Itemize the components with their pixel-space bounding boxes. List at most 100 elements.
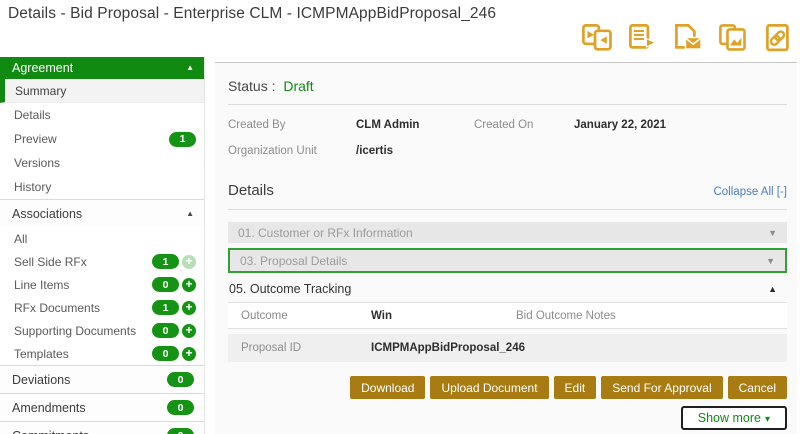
add-icon: +	[182, 255, 196, 269]
add-icon[interactable]: +	[182, 301, 196, 315]
sidebar: Agreement ▲ Summary Details Preview 1 Ve…	[0, 57, 205, 434]
show-more-row: Show more ▾	[228, 406, 787, 430]
sidebar-item-line-items[interactable]: Line Items 0 +	[0, 273, 204, 296]
add-icon[interactable]: +	[182, 278, 196, 292]
status-row: Status : Draft	[228, 78, 787, 94]
sidebar-item-label: Sell Side RFx	[14, 255, 87, 269]
outcome-label: Outcome	[241, 310, 371, 322]
document-link-icon[interactable]	[761, 24, 793, 51]
accordion-group: 01. Customer or RFx Information ▼ 03. Pr…	[228, 222, 787, 362]
created-on-value: January 22, 2021	[574, 119, 787, 131]
proposal-id-row: Proposal ID ICMPMAppBidProposal_246	[228, 334, 787, 362]
cancel-button[interactable]: Cancel	[728, 376, 787, 399]
chevron-down-icon: ▼	[768, 228, 777, 238]
organization-unit-value: /icertis	[356, 145, 787, 157]
sidebar-item-label: RFx Documents	[14, 301, 100, 315]
sidebar-item-supporting-documents[interactable]: Supporting Documents 0 +	[0, 319, 204, 342]
sidebar-item-all[interactable]: All	[0, 227, 204, 250]
proposal-id-value: ICMPMAppBidProposal_246	[371, 342, 777, 354]
main-panel: Status : Draft Created By CLM Admin Crea…	[215, 62, 797, 434]
count-badge: 0	[167, 428, 194, 434]
divider	[228, 104, 787, 105]
count-badge: 0	[167, 372, 194, 387]
details-title: Details	[228, 182, 274, 199]
proposal-id-label: Proposal ID	[241, 342, 371, 354]
sidebar-item-label: Templates	[14, 347, 69, 361]
count-badge: 0	[167, 400, 194, 415]
status-label: Status :	[228, 78, 275, 94]
sidebar-section-commitments[interactable]: Commitments 0	[0, 421, 204, 434]
sidebar-item-label: All	[14, 232, 27, 246]
merge-documents-icon[interactable]	[581, 24, 613, 51]
created-on-label: Created On	[474, 119, 574, 131]
sidebar-item-label: Details	[14, 108, 51, 122]
page-title: Details - Bid Proposal - Enterprise CLM …	[8, 5, 496, 23]
accordion-label: 05. Outcome Tracking	[229, 282, 351, 296]
sidebar-section-label: Associations	[12, 207, 82, 221]
sidebar-item-templates[interactable]: Templates 0 +	[0, 342, 204, 365]
sidebar-section-amendments[interactable]: Amendments 0	[0, 393, 204, 421]
chevron-down-icon: ▼	[766, 256, 775, 266]
download-button[interactable]: Download	[350, 376, 425, 399]
sidebar-item-label: History	[14, 180, 51, 194]
chevron-up-icon: ▲	[186, 210, 194, 218]
created-by-value: CLM Admin	[356, 119, 474, 131]
send-for-approval-button[interactable]: Send For Approval	[601, 376, 722, 399]
count-badge: 0	[152, 277, 179, 292]
show-more-label: Show more	[698, 411, 761, 425]
bid-outcome-notes-label: Bid Outcome Notes	[516, 310, 777, 322]
count-badge: 0	[152, 323, 179, 338]
accordion-label: 01. Customer or RFx Information	[238, 226, 413, 240]
chevron-up-icon: ▲	[186, 64, 194, 72]
email-document-icon[interactable]	[671, 24, 703, 51]
count-badge: 1	[169, 132, 196, 147]
count-badge: 0	[152, 346, 179, 361]
sidebar-item-summary[interactable]: Summary	[0, 79, 204, 103]
sidebar-item-label: Supporting Documents	[14, 324, 136, 338]
count-badge: 1	[152, 300, 179, 315]
sidebar-section-label: Amendments	[12, 401, 86, 415]
accordion-outcome-tracking[interactable]: 05. Outcome Tracking ▲	[228, 278, 787, 300]
toolbar	[581, 24, 793, 51]
outcome-row: Outcome Win Bid Outcome Notes	[228, 302, 787, 329]
divider	[228, 209, 787, 210]
add-icon[interactable]: +	[182, 324, 196, 338]
sidebar-item-sell-side-rfx[interactable]: Sell Side RFx 1 +	[0, 250, 204, 273]
upload-document-button[interactable]: Upload Document	[430, 376, 548, 399]
summary-fields: Created By CLM Admin Created On January …	[228, 119, 787, 157]
sidebar-item-label: Line Items	[14, 278, 69, 292]
accordion-label: 03. Proposal Details	[240, 254, 347, 268]
show-more-button[interactable]: Show more ▾	[681, 406, 787, 430]
export-document-icon[interactable]	[626, 24, 658, 51]
sidebar-item-details[interactable]: Details	[0, 103, 204, 127]
organization-unit-label: Organization Unit	[228, 145, 356, 157]
count-badge: 1	[152, 254, 179, 269]
app-window: Details - Bid Proposal - Enterprise CLM …	[0, 0, 800, 434]
chevron-up-icon: ▲	[768, 284, 777, 294]
sidebar-item-versions[interactable]: Versions	[0, 151, 204, 175]
details-header: Details Collapse All [-]	[228, 182, 787, 199]
add-icon[interactable]: +	[182, 347, 196, 361]
sidebar-item-label: Versions	[14, 156, 60, 170]
sidebar-item-label: Preview	[14, 132, 57, 146]
edit-button[interactable]: Edit	[554, 376, 597, 399]
status-badge: Draft	[283, 78, 313, 94]
chevron-down-icon: ▾	[765, 414, 770, 425]
sidebar-section-deviations[interactable]: Deviations 0	[0, 365, 204, 393]
sidebar-item-preview[interactable]: Preview 1	[0, 127, 204, 151]
action-button-bar: Download Upload Document Edit Send For A…	[228, 376, 787, 399]
sidebar-item-label: Summary	[15, 84, 66, 98]
sidebar-item-history[interactable]: History	[0, 175, 204, 199]
copy-preview-icon[interactable]	[716, 24, 748, 51]
sidebar-section-associations[interactable]: Associations ▲	[0, 199, 204, 227]
sidebar-section-label: Commitments	[12, 429, 89, 434]
outcome-value: Win	[371, 310, 516, 322]
created-by-label: Created By	[228, 119, 356, 131]
accordion-customer-rfx-information[interactable]: 01. Customer or RFx Information ▼	[228, 222, 787, 243]
accordion-proposal-details[interactable]: 03. Proposal Details ▼	[228, 248, 787, 273]
sidebar-section-label: Agreement	[12, 61, 73, 75]
sidebar-section-label: Deviations	[12, 373, 70, 387]
sidebar-section-agreement[interactable]: Agreement ▲	[0, 57, 204, 79]
sidebar-item-rfx-documents[interactable]: RFx Documents 1 +	[0, 296, 204, 319]
collapse-all-link[interactable]: Collapse All [-]	[713, 186, 787, 198]
